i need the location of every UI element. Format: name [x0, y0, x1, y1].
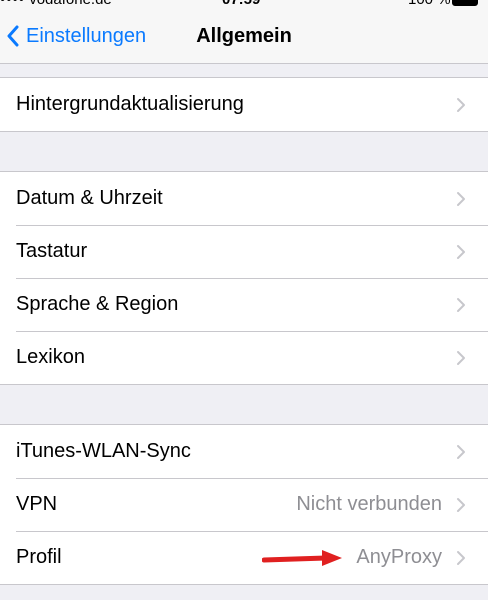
- row-vpn[interactable]: VPN Nicht verbunden: [0, 478, 488, 531]
- battery-percentage: 100 %: [408, 0, 451, 8]
- row-language-region[interactable]: Sprache & Region: [0, 278, 488, 331]
- chevron-right-icon: [457, 298, 465, 312]
- chevron-right-icon: [457, 98, 465, 112]
- chevron-right-icon: [457, 498, 465, 512]
- row-itunes-wifi-sync[interactable]: iTunes-WLAN-Sync: [0, 425, 488, 478]
- chevron-right-icon: [457, 192, 465, 206]
- settings-group-2: Datum & Uhrzeit Tastatur Sprache & Regio…: [0, 171, 488, 385]
- settings-group-1: Hintergrundaktualisierung: [0, 77, 488, 132]
- row-label: VPN: [16, 493, 58, 515]
- status-time: 07:59: [222, 0, 260, 8]
- row-label: Datum & Uhrzeit: [16, 187, 163, 209]
- row-label: Hintergrundaktualisierung: [16, 93, 244, 115]
- profile-value: AnyProxy: [356, 546, 442, 568]
- vpn-status-value: Nicht verbunden: [296, 493, 442, 515]
- battery-icon: [452, 0, 478, 6]
- chevron-right-icon: [457, 351, 465, 365]
- chevron-right-icon: [457, 245, 465, 259]
- row-label: Profil: [16, 546, 62, 568]
- row-background-refresh[interactable]: Hintergrundaktualisierung: [0, 78, 488, 131]
- status-bar: •••• vodafone.de 07:59 100 %: [0, 0, 488, 8]
- row-keyboard[interactable]: Tastatur: [0, 225, 488, 278]
- carrier-label: •••• vodafone.de: [0, 0, 112, 8]
- row-label: Tastatur: [16, 240, 88, 262]
- settings-group-3: iTunes-WLAN-Sync VPN Nicht verbunden Pro…: [0, 424, 488, 585]
- chevron-right-icon: [457, 445, 465, 459]
- row-label: iTunes-WLAN-Sync: [16, 440, 191, 462]
- row-date-time[interactable]: Datum & Uhrzeit: [0, 172, 488, 225]
- row-profile[interactable]: Profil AnyProxy: [0, 531, 488, 584]
- navigation-bar: Einstellungen Allgemein: [0, 8, 488, 64]
- red-arrow-annotation: [262, 550, 342, 566]
- row-label: Sprache & Region: [16, 293, 179, 315]
- page-title: Allgemein: [196, 25, 292, 47]
- row-dictionary[interactable]: Lexikon: [0, 331, 488, 384]
- chevron-right-icon: [457, 551, 465, 565]
- row-label: Lexikon: [16, 346, 85, 368]
